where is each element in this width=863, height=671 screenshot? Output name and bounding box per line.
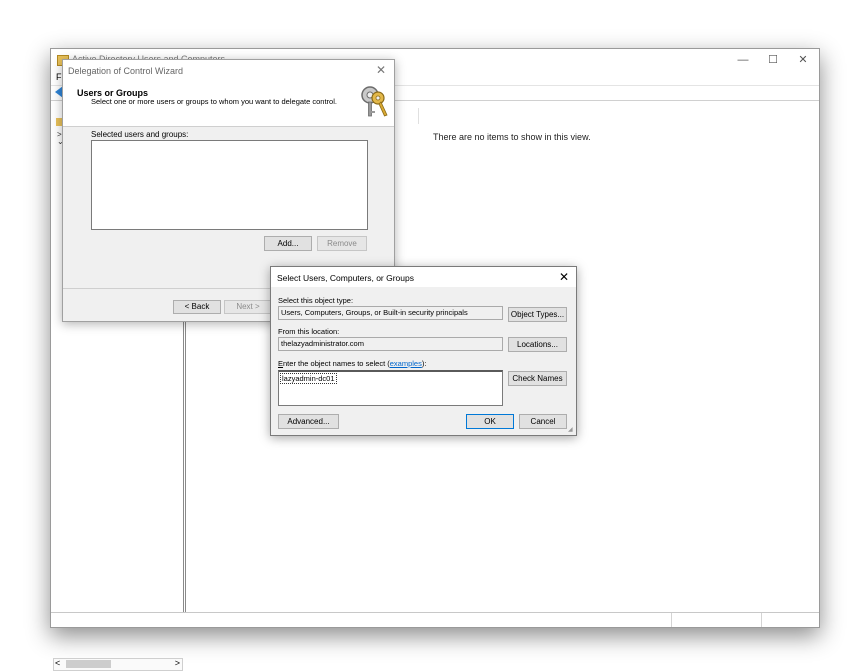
wizard-description: Select one or more users or groups to wh… — [91, 97, 337, 106]
ok-button[interactable]: OK — [466, 414, 514, 429]
object-types-button[interactable]: Object Types... — [508, 307, 567, 322]
status-divider — [761, 613, 762, 627]
resize-grip-icon[interactable]: ◢ — [568, 426, 573, 433]
status-divider — [671, 613, 672, 627]
advanced-button[interactable]: Advanced... — [278, 414, 339, 429]
back-button[interactable]: < Back — [173, 300, 221, 314]
wizard-close-icon[interactable]: ✕ — [376, 63, 386, 77]
next-button[interactable]: Next > — [224, 300, 272, 314]
column-divider — [418, 108, 419, 124]
wizard-title: Delegation of Control Wizard — [68, 66, 184, 76]
wizard-header: Users or Groups Select one or more users… — [63, 80, 394, 127]
scroll-right-icon[interactable]: > — [175, 658, 180, 668]
scroll-left-icon[interactable]: < — [55, 658, 60, 668]
minimize-button[interactable]: — — [729, 51, 757, 69]
wizard-titlebar[interactable]: Delegation of Control Wizard ✕ — [63, 60, 394, 80]
selected-users-list[interactable] — [91, 140, 368, 230]
horizontal-scrollbar[interactable]: < > — [53, 658, 183, 671]
select-users-dialog: Select Users, Computers, or Groups ✕ Sel… — [270, 266, 577, 436]
close-button[interactable]: ✕ — [789, 51, 817, 69]
remove-button[interactable]: Remove — [317, 236, 367, 251]
names-label-end: ): — [421, 359, 427, 368]
object-names-input[interactable]: lazyadmin-dc01 — [278, 370, 503, 406]
location-field: thelazyadministrator.com — [278, 337, 503, 351]
keys-icon — [361, 86, 388, 117]
empty-view-message: There are no items to show in this view. — [433, 132, 591, 142]
names-label-text: nter the object names to select ( — [283, 359, 390, 368]
object-type-field: Users, Computers, Groups, or Built-in se… — [278, 306, 503, 320]
cancel-button[interactable]: Cancel — [519, 414, 567, 429]
selected-users-label: Selected users and groups: — [91, 130, 189, 139]
object-type-label: Select this object type: — [278, 296, 354, 305]
select-dialog-titlebar[interactable]: Select Users, Computers, or Groups ✕ — [271, 267, 576, 287]
object-names-label: Enter the object names to select (exampl… — [278, 359, 426, 368]
locations-button[interactable]: Locations... — [508, 337, 567, 352]
menu-item-file[interactable]: F — [56, 72, 62, 82]
object-names-value[interactable]: lazyadmin-dc01 — [280, 373, 337, 384]
check-names-button[interactable]: Check Names — [508, 371, 567, 386]
status-bar — [51, 612, 819, 627]
select-dialog-title: Select Users, Computers, or Groups — [277, 273, 414, 283]
maximize-button[interactable]: ☐ — [759, 51, 787, 69]
add-button[interactable]: Add... — [264, 236, 312, 251]
location-label: From this location: — [278, 327, 340, 336]
select-dialog-close-icon[interactable]: ✕ — [559, 270, 569, 284]
scrollbar-thumb[interactable] — [66, 660, 111, 668]
examples-link[interactable]: examples — [390, 359, 422, 368]
